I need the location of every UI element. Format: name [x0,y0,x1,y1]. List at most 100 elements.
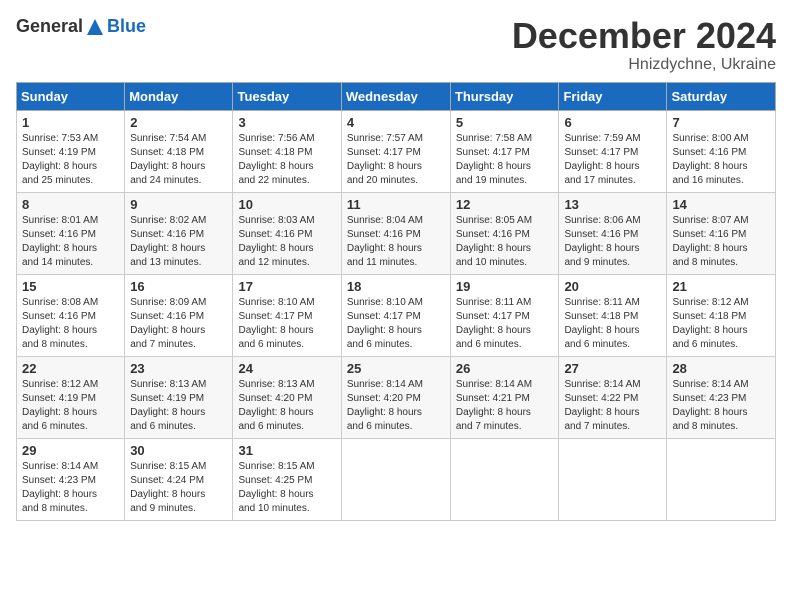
month-title: December 2024 [512,16,776,56]
day-number: 10 [238,197,335,212]
cell-info: Sunrise: 7:53 AM Sunset: 4:19 PM Dayligh… [22,132,119,188]
day-number: 31 [238,443,335,458]
cell-info: Sunrise: 8:07 AM Sunset: 4:16 PM Dayligh… [672,214,770,270]
day-number: 12 [456,197,554,212]
day-number: 13 [564,197,661,212]
cell-info: Sunrise: 7:58 AM Sunset: 4:17 PM Dayligh… [456,132,554,188]
calendar-cell: 12 Sunrise: 8:05 AM Sunset: 4:16 PM Dayli… [450,192,559,274]
day-number: 21 [672,279,770,294]
cell-info: Sunrise: 8:03 AM Sunset: 4:16 PM Dayligh… [238,214,335,270]
calendar-cell: 21 Sunrise: 8:12 AM Sunset: 4:18 PM Dayli… [667,274,776,356]
calendar-cell: 26 Sunrise: 8:14 AM Sunset: 4:21 PM Dayli… [450,356,559,438]
day-number: 17 [238,279,335,294]
cell-info: Sunrise: 8:14 AM Sunset: 4:23 PM Dayligh… [672,378,770,434]
weekday-header-cell: Thursday [450,82,559,110]
calendar-cell: 30 Sunrise: 8:15 AM Sunset: 4:24 PM Dayli… [125,438,233,520]
location-subtitle: Hnizdychne, Ukraine [512,56,776,74]
calendar-cell: 28 Sunrise: 8:14 AM Sunset: 4:23 PM Dayli… [667,356,776,438]
calendar-cell: 22Sunrise: 8:12 AM Sunset: 4:19 PM Dayli… [17,356,125,438]
calendar-cell: 20Sunrise: 8:11 AM Sunset: 4:18 PM Dayli… [559,274,667,356]
calendar-week-row: 22Sunrise: 8:12 AM Sunset: 4:19 PM Dayli… [17,356,776,438]
day-number: 25 [347,361,445,376]
calendar-cell: 7Sunrise: 8:00 AM Sunset: 4:16 PM Daylig… [667,110,776,192]
day-number: 29 [22,443,119,458]
cell-info: Sunrise: 8:10 AM Sunset: 4:17 PM Dayligh… [347,296,445,352]
day-number: 4 [347,115,445,130]
calendar-cell: 1 Sunrise: 7:53 AM Sunset: 4:19 PM Daylig… [17,110,125,192]
calendar-cell: 31Sunrise: 8:15 AM Sunset: 4:25 PM Dayli… [233,438,341,520]
day-number: 30 [130,443,227,458]
calendar-cell: 29 Sunrise: 8:14 AM Sunset: 4:23 PM Dayli… [17,438,125,520]
day-number: 2 [130,115,227,130]
calendar-table: SundayMondayTuesdayWednesdayThursdayFrid… [16,82,776,521]
cell-info: Sunrise: 8:15 AM Sunset: 4:24 PM Dayligh… [130,460,227,516]
cell-info: Sunrise: 8:11 AM Sunset: 4:17 PM Dayligh… [456,296,554,352]
calendar-week-row: 1 Sunrise: 7:53 AM Sunset: 4:19 PM Daylig… [17,110,776,192]
day-number: 3 [238,115,335,130]
calendar-cell: 2Sunrise: 7:54 AM Sunset: 4:18 PM Daylig… [125,110,233,192]
calendar-cell [667,438,776,520]
cell-info: Sunrise: 8:02 AM Sunset: 4:16 PM Dayligh… [130,214,227,270]
day-number: 11 [347,197,445,212]
calendar-cell: 24 Sunrise: 8:13 AM Sunset: 4:20 PM Dayli… [233,356,341,438]
cell-info: Sunrise: 8:12 AM Sunset: 4:18 PM Dayligh… [672,296,770,352]
day-number: 28 [672,361,770,376]
cell-info: Sunrise: 8:14 AM Sunset: 4:21 PM Dayligh… [456,378,554,434]
cell-info: Sunrise: 8:05 AM Sunset: 4:16 PM Dayligh… [456,214,554,270]
calendar-cell: 14 Sunrise: 8:07 AM Sunset: 4:16 PM Dayli… [667,192,776,274]
calendar-cell [559,438,667,520]
cell-info: Sunrise: 8:10 AM Sunset: 4:17 PM Dayligh… [238,296,335,352]
page-header: General Blue December 2024 Hnizdychne, U… [16,16,776,74]
cell-info: Sunrise: 8:06 AM Sunset: 4:16 PM Dayligh… [564,214,661,270]
day-number: 26 [456,361,554,376]
cell-info: Sunrise: 8:01 AM Sunset: 4:16 PM Dayligh… [22,214,119,270]
calendar-cell: 16 Sunrise: 8:09 AM Sunset: 4:16 PM Dayli… [125,274,233,356]
day-number: 9 [130,197,227,212]
logo-icon [85,17,105,37]
cell-info: Sunrise: 8:08 AM Sunset: 4:16 PM Dayligh… [22,296,119,352]
weekday-header-cell: Monday [125,82,233,110]
day-number: 27 [564,361,661,376]
cell-info: Sunrise: 8:13 AM Sunset: 4:20 PM Dayligh… [238,378,335,434]
calendar-week-row: 29 Sunrise: 8:14 AM Sunset: 4:23 PM Dayli… [17,438,776,520]
weekday-header-cell: Friday [559,82,667,110]
day-number: 8 [22,197,119,212]
logo-blue-text: Blue [107,16,146,37]
day-number: 14 [672,197,770,212]
title-block: December 2024 Hnizdychne, Ukraine [512,16,776,74]
cell-info: Sunrise: 8:14 AM Sunset: 4:22 PM Dayligh… [564,378,661,434]
calendar-cell: 9 Sunrise: 8:02 AM Sunset: 4:16 PM Daylig… [125,192,233,274]
cell-info: Sunrise: 8:09 AM Sunset: 4:16 PM Dayligh… [130,296,227,352]
cell-info: Sunrise: 8:04 AM Sunset: 4:16 PM Dayligh… [347,214,445,270]
calendar-cell: 17 Sunrise: 8:10 AM Sunset: 4:17 PM Dayli… [233,274,341,356]
cell-info: Sunrise: 8:14 AM Sunset: 4:23 PM Dayligh… [22,460,119,516]
calendar-cell: 18 Sunrise: 8:10 AM Sunset: 4:17 PM Dayli… [341,274,450,356]
logo-general-text: General [16,16,83,37]
calendar-cell: 23Sunrise: 8:13 AM Sunset: 4:19 PM Dayli… [125,356,233,438]
day-number: 1 [22,115,119,130]
calendar-cell: 15 Sunrise: 8:08 AM Sunset: 4:16 PM Dayli… [17,274,125,356]
calendar-week-row: 8 Sunrise: 8:01 AM Sunset: 4:16 PM Daylig… [17,192,776,274]
calendar-cell [341,438,450,520]
calendar-cell: 5Sunrise: 7:58 AM Sunset: 4:17 PM Daylig… [450,110,559,192]
calendar-cell: 3Sunrise: 7:56 AM Sunset: 4:18 PM Daylig… [233,110,341,192]
day-number: 6 [564,115,661,130]
calendar-cell: 8 Sunrise: 8:01 AM Sunset: 4:16 PM Daylig… [17,192,125,274]
day-number: 24 [238,361,335,376]
day-number: 15 [22,279,119,294]
weekday-header-cell: Sunday [17,82,125,110]
day-number: 7 [672,115,770,130]
day-number: 20 [564,279,661,294]
weekday-header-cell: Wednesday [341,82,450,110]
calendar-cell: 13 Sunrise: 8:06 AM Sunset: 4:16 PM Dayli… [559,192,667,274]
day-number: 16 [130,279,227,294]
cell-info: Sunrise: 8:13 AM Sunset: 4:19 PM Dayligh… [130,378,227,434]
weekday-header-cell: Tuesday [233,82,341,110]
cell-info: Sunrise: 8:14 AM Sunset: 4:20 PM Dayligh… [347,378,445,434]
calendar-cell: 6Sunrise: 7:59 AM Sunset: 4:17 PM Daylig… [559,110,667,192]
calendar-cell: 4Sunrise: 7:57 AM Sunset: 4:17 PM Daylig… [341,110,450,192]
logo: General Blue [16,16,146,37]
day-number: 18 [347,279,445,294]
calendar-cell: 25 Sunrise: 8:14 AM Sunset: 4:20 PM Dayli… [341,356,450,438]
calendar-cell: 11 Sunrise: 8:04 AM Sunset: 4:16 PM Dayli… [341,192,450,274]
